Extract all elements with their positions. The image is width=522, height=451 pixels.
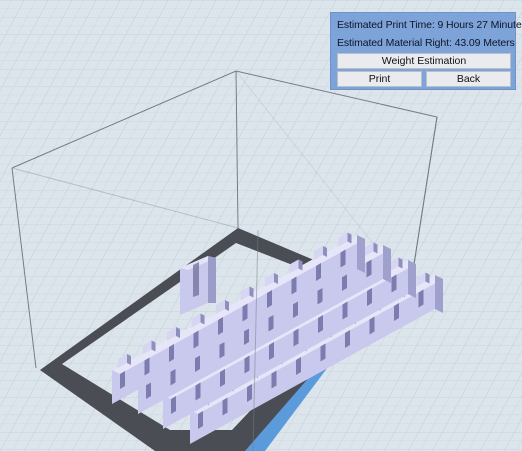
weight-estimation-button[interactable]: Weight Estimation: [337, 53, 511, 69]
model-notch: [218, 317, 223, 335]
model-notch: [342, 301, 348, 320]
model-row-end: [408, 260, 416, 298]
model-notch: [169, 344, 174, 362]
model-notch: [267, 290, 272, 308]
model-notch: [345, 330, 350, 348]
model-notch: [296, 357, 301, 375]
print-estimate-panel: Estimated Print Time: 9 Hours 27 Minutes…: [330, 12, 522, 90]
model-notch: [120, 371, 125, 389]
model-notch: [318, 315, 323, 333]
model-notch: [291, 276, 297, 295]
model-row-end: [435, 275, 443, 313]
model-notch: [242, 303, 248, 322]
model-notch: [418, 289, 424, 308]
model-notch: [340, 249, 346, 268]
model-notch: [293, 328, 299, 347]
print-time-label: Estimated Print Time: 9 Hours 27 Minutes: [337, 19, 522, 31]
model-notch: [369, 316, 375, 335]
model-row-end: [357, 235, 365, 273]
model-notch: [391, 274, 397, 293]
model-notch: [198, 411, 203, 429]
model-notch: [367, 288, 372, 306]
model-notch: [316, 263, 321, 281]
model-notch: [171, 396, 176, 414]
model-notch: [394, 303, 399, 321]
back-button[interactable]: Back: [426, 71, 511, 87]
model-notch: [366, 259, 372, 278]
model-notch: [271, 370, 277, 389]
model-row-end: [383, 245, 391, 283]
model-notch: [195, 382, 201, 401]
material-estimate-label: Estimated Material Right: 43.09 Meters: [337, 37, 515, 49]
model-notch: [244, 355, 250, 374]
model-notch: [220, 369, 225, 387]
model-notch: [193, 330, 199, 349]
model-notch: [247, 384, 252, 402]
model-notch: [269, 342, 274, 360]
print-button[interactable]: Print: [337, 71, 422, 87]
model-notch: [320, 343, 326, 362]
model-notch: [222, 397, 228, 416]
model-notch: [144, 357, 150, 376]
